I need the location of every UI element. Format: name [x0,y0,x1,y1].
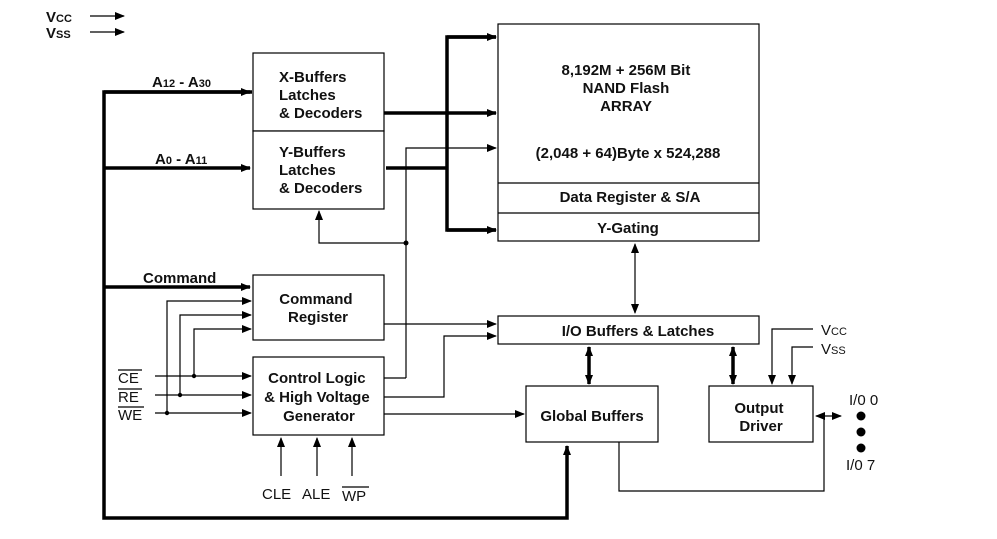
cle-label: CLE [262,486,291,503]
io7-label: I/0 7 [846,457,875,474]
control-to-y-buffers-line [315,210,406,244]
re-label: RE [118,389,139,406]
row-address-label: A12 - A30 [152,74,211,91]
output-vss-label: VSS [821,341,846,358]
io-dot-1 [856,411,866,421]
output-vcc-label: VCC [821,322,847,339]
nand-array-block [497,23,760,242]
io-dot-3 [856,443,866,453]
io0-label: I/0 0 [849,392,878,409]
re-junction [177,392,183,398]
power-legend: VCC VSS [46,9,125,42]
we-junction [164,410,170,416]
we-label: WE [118,407,142,424]
control-to-io-line [384,332,497,398]
ce-label: CE [118,370,139,387]
command-register-label: Command Register [279,291,357,326]
command-bus-label: Command [143,270,216,287]
re-to-command-line [179,311,252,395]
junction-dot [403,240,409,246]
y-gating-label: Y-Gating [597,220,659,237]
ce-junction [191,373,197,379]
block-diagram: VCC VSS A12 - A30 A0 - A11 Command X-Buf… [46,9,878,520]
wp-label: WP [342,488,366,505]
ale-label: ALE [302,486,330,503]
legend-vcc-label: VCC [46,9,72,26]
io-buffers-label: I/O Buffers & Latches [562,323,715,340]
output-vss-line [788,346,813,385]
output-driver-label: Output Driver [734,400,787,435]
legend-vss-label: VSS [46,25,71,42]
control-to-array-line [405,144,497,378]
data-register-label: Data Register & S/A [560,189,701,206]
io-dot-2 [856,427,866,437]
ce-to-command-line [193,325,252,376]
global-buffers-label: Global Buffers [540,408,643,425]
col-address-label: A0 - A11 [155,151,207,168]
y-decoder-vertical-bus [445,35,496,232]
